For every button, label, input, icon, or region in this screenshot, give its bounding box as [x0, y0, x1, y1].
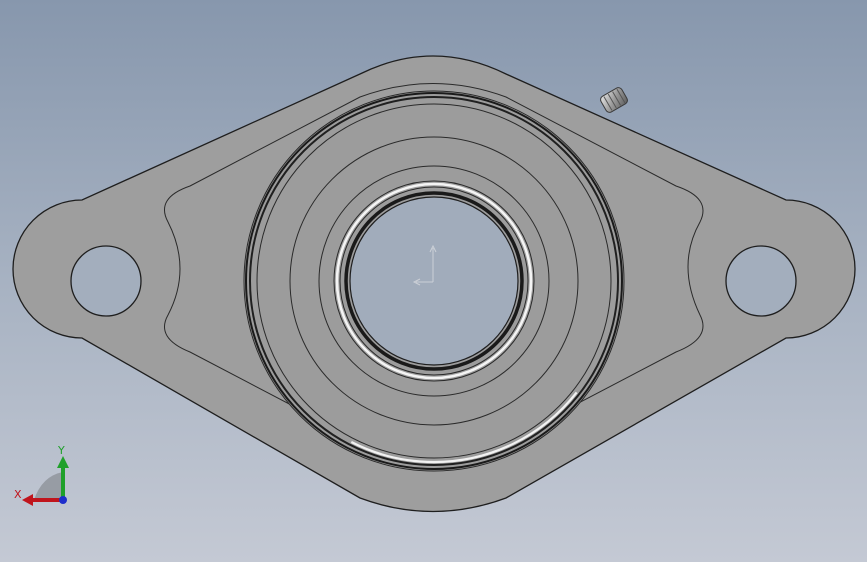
triad-x-label: X: [14, 488, 22, 501]
bolt-hole-left[interactable]: [70, 245, 142, 317]
graphics-viewport[interactable]: X Y: [0, 0, 867, 562]
triad-plane: [34, 472, 63, 500]
triad-y-arrow: [57, 456, 69, 468]
triad-y-label: Y: [57, 444, 65, 457]
reference-triad: X Y: [14, 444, 69, 506]
bore[interactable]: [349, 196, 519, 366]
set-screw[interactable]: [599, 86, 629, 114]
flange-bearing-model[interactable]: [0, 0, 867, 562]
triad-z-axis: [59, 496, 67, 504]
triad-x-arrow: [22, 494, 33, 506]
bolt-hole-right[interactable]: [725, 245, 797, 317]
